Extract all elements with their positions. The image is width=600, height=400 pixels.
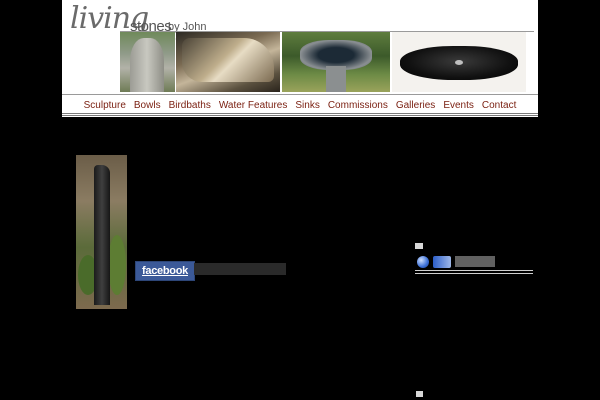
- nav-birdbaths[interactable]: Birdbaths: [165, 100, 215, 111]
- header-photo-sink: [392, 32, 526, 92]
- widget-link-text[interactable]: [455, 256, 495, 267]
- birdbath-pedestal: [326, 66, 346, 92]
- header-bottom-rule: [62, 113, 538, 114]
- nav-sinks[interactable]: Sinks: [291, 100, 323, 111]
- header-photo-sculpture: [120, 32, 175, 92]
- stone-face-sculpture: [130, 38, 164, 92]
- widget-rule-double: [415, 273, 533, 274]
- nav-sculpture[interactable]: Sculpture: [80, 100, 130, 111]
- stone-pillar-sculpture: [94, 165, 110, 305]
- bottom-marker-icon: [416, 391, 423, 397]
- nav-water-features[interactable]: Water Features: [215, 100, 292, 111]
- header-bottom-rule-double: [62, 115, 538, 116]
- sidebar-widget: [415, 243, 533, 277]
- main-navigation: Sculpture Bowls Birdbaths Water Features…: [62, 94, 538, 115]
- nav-galleries[interactable]: Galleries: [392, 100, 439, 111]
- sink-drain: [455, 60, 463, 65]
- nav-contact[interactable]: Contact: [478, 100, 520, 111]
- header-photo-bowl: [176, 32, 280, 92]
- nav-commissions[interactable]: Commissions: [324, 100, 392, 111]
- header-photo-birdbath: [282, 32, 390, 92]
- site-header: living stones by John Schweighardt Sculp…: [62, 0, 538, 117]
- featured-sculpture-photo[interactable]: [76, 155, 127, 309]
- link-icon[interactable]: [433, 256, 451, 268]
- stone-bowl: [182, 38, 274, 82]
- nav-bowls[interactable]: Bowls: [130, 100, 165, 111]
- foliage-right: [108, 235, 126, 295]
- widget-marker-icon: [415, 243, 423, 249]
- nav-events[interactable]: Events: [439, 100, 478, 111]
- facebook-caption[interactable]: [194, 263, 286, 275]
- globe-icon[interactable]: [417, 256, 429, 268]
- facebook-button[interactable]: facebook: [135, 261, 195, 281]
- widget-rule: [415, 270, 533, 271]
